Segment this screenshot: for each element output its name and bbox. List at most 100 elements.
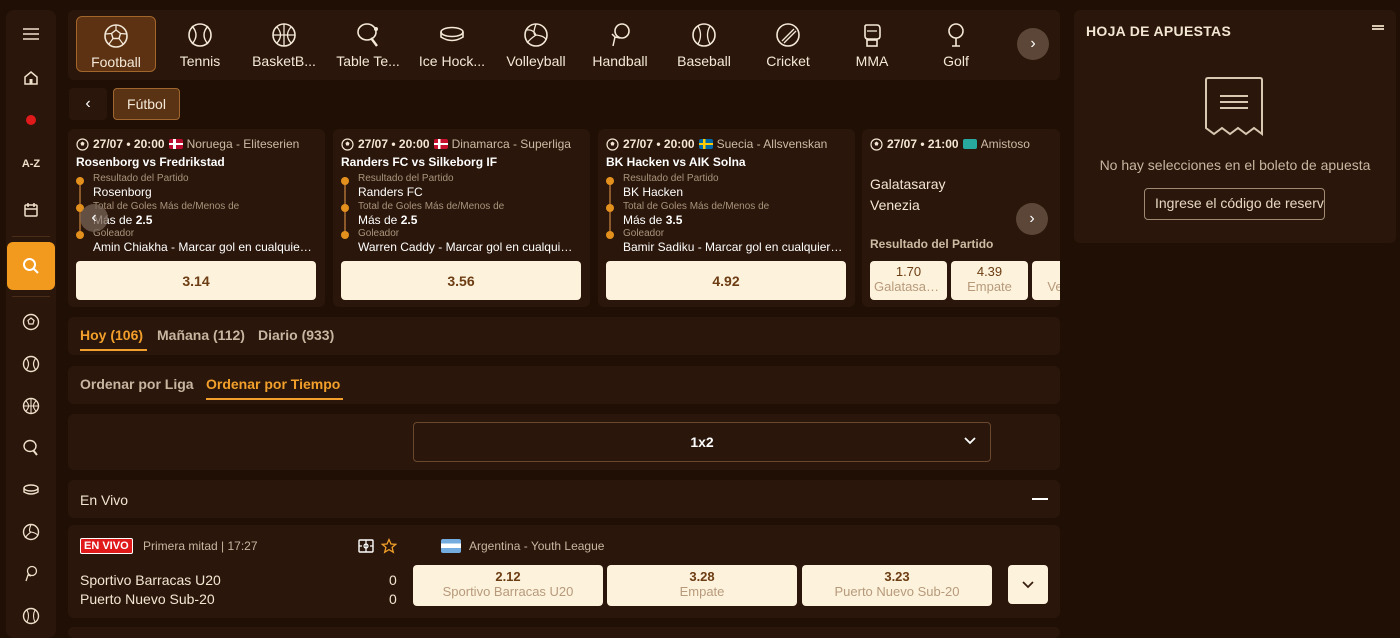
tennis-ball-icon — [188, 23, 212, 47]
sport-basketball[interactable]: BasketB... — [244, 16, 324, 72]
tab-sort-time[interactable]: Ordenar por Tiempo — [206, 376, 340, 392]
card-league: Noruega - Eliteserien — [186, 137, 300, 151]
search-button[interactable] — [7, 242, 55, 290]
az-sort-icon[interactable]: A-Z — [6, 144, 56, 184]
day-tabs: Hoy (106) Mañana (112) Diario (933) — [68, 317, 1060, 355]
ice-hockey-puck-icon — [440, 26, 464, 42]
sport-label: BasketB... — [252, 53, 316, 69]
collapse-icon[interactable] — [1032, 498, 1048, 500]
chevron-right-icon: › — [1030, 35, 1036, 52]
sport-table-tennis[interactable]: Table Te... — [328, 16, 408, 72]
rail-baseball-icon[interactable] — [6, 596, 56, 636]
betslip-title: HOJA DE APUESTAS — [1086, 23, 1232, 39]
card-league: Amistoso — [980, 137, 1030, 151]
chevron-right-icon: › — [1029, 210, 1035, 227]
sport-ice-hockey[interactable]: Ice Hock... — [412, 16, 492, 72]
sort-tabs: Ordenar por Liga Ordenar por Tiempo — [68, 366, 1060, 404]
sport-baseball[interactable]: Baseball — [664, 16, 744, 72]
more-markets-button[interactable] — [1008, 565, 1048, 604]
card-match: Rosenborg vs Fredrikstad — [76, 155, 225, 169]
leg-selection: Amin Chiakha - Marcar gol en cualquier m… — [93, 240, 313, 254]
argentina-flag-icon — [441, 539, 461, 553]
sport-handball[interactable]: Handball — [580, 16, 660, 72]
calendar-icon[interactable] — [6, 190, 56, 230]
betslip-panel: HOJA DE APUESTAS No hay selecciones en e… — [1074, 10, 1396, 243]
sport-cricket[interactable]: Cricket — [748, 16, 828, 72]
away-team: Puerto Nuevo Sub-20 — [80, 591, 215, 607]
event-league: Argentina - Youth League — [441, 539, 604, 553]
rail-basketball-icon[interactable] — [6, 386, 56, 426]
odds-button-draw[interactable]: 3.28 Empate — [607, 565, 797, 606]
sport-mma[interactable]: MMA — [832, 16, 912, 72]
leg-selection: Rosenborg — [93, 185, 152, 199]
breadcrumb-chip[interactable]: Fútbol — [113, 88, 180, 120]
card-match: BK Hacken vs AIK Solna — [606, 155, 746, 169]
bet-builder-card[interactable]: 27/07 • 20:00 Suecia - Allsvenskan BK Ha… — [598, 129, 855, 307]
market-select[interactable]: 1x2 — [413, 422, 991, 462]
sport-volleyball[interactable]: Volleyball — [496, 16, 576, 72]
leg-market: Total de Goles Más de/Menos de — [93, 201, 240, 212]
rail-ice-hockey-icon[interactable] — [6, 470, 56, 510]
tab-tomorrow[interactable]: Mañana (112) — [157, 327, 245, 343]
odds-button-home[interactable]: 2.12 Sportivo Barracas U20 — [413, 565, 603, 606]
card-odds-button[interactable]: 3.56 — [341, 261, 581, 300]
leg-market: Resultado del Partido — [358, 173, 454, 184]
rail-soccer-icon[interactable] — [6, 302, 56, 342]
next-event-row — [68, 627, 1060, 638]
chevron-down-icon — [964, 433, 976, 448]
tab-today[interactable]: Hoy (106) — [80, 327, 143, 343]
soccer-ball-icon — [341, 137, 354, 151]
card-header: 27/07 • 20:00 Noruega - Eliteserien — [76, 137, 319, 151]
booking-code-input[interactable]: Ingrese el código de reserva — [1144, 188, 1325, 220]
sport-label: Tennis — [179, 53, 221, 69]
back-button[interactable]: ‹ — [69, 88, 107, 120]
odds-button-home[interactable]: 1.70 Galatasaray — [870, 261, 947, 300]
sport-tennis[interactable]: Tennis — [160, 16, 240, 72]
card-odds-button[interactable]: 4.92 — [606, 261, 846, 300]
odds-button-draw[interactable]: 4.39 Empate — [951, 261, 1028, 300]
bet-builder-card[interactable]: 27/07 • 20:00 Dinamarca - Superliga Rand… — [333, 129, 590, 307]
menu-icon[interactable] — [6, 14, 56, 54]
leg-market: Total de Goles Más de/Menos de — [358, 201, 505, 212]
card-datetime: 27/07 • 20:00 — [358, 137, 430, 151]
card-league: Dinamarca - Superliga — [451, 137, 571, 151]
odds-button-away[interactable]: 3.23 Puerto Nuevo Sub-20 — [802, 565, 992, 606]
left-rail: A-Z — [6, 10, 56, 638]
card-header: 27/07 • 20:00 Suecia - Allsvenskan — [606, 137, 849, 151]
home-icon[interactable] — [6, 58, 56, 98]
odds-button-away[interactable]: 3Venezia — [1032, 261, 1060, 300]
table-tennis-icon — [357, 23, 378, 47]
soccer-ball-icon — [870, 137, 883, 151]
sport-label: Golf — [943, 53, 969, 69]
betslip-menu-icon[interactable] — [1372, 28, 1384, 30]
rail-table-tennis-icon[interactable] — [6, 428, 56, 468]
baseball-icon — [692, 23, 716, 47]
scoreboard-icon[interactable] — [357, 537, 375, 555]
rail-handball-icon[interactable] — [6, 554, 56, 594]
card-header: 27/07 • 21:00 Amistoso — [870, 137, 1054, 151]
tab-daily[interactable]: Diario (933) — [258, 327, 334, 343]
cards-next-button[interactable]: › — [1016, 203, 1048, 235]
sport-label: Ice Hock... — [418, 53, 486, 69]
leg-selection: Más de 3.5 — [623, 213, 683, 227]
card-odds-button[interactable]: 3.14 — [76, 261, 316, 300]
leg-market: Total de Goles Más de/Menos de — [623, 201, 770, 212]
soccer-ball-icon — [76, 137, 89, 151]
live-section-header[interactable]: En Vivo — [68, 480, 1060, 518]
sport-golf[interactable]: Golf — [916, 16, 996, 72]
leg-selection: BK Hacken — [623, 185, 684, 199]
sport-football[interactable]: Football — [76, 16, 156, 72]
tab-sort-league[interactable]: Ordenar por Liga — [80, 376, 194, 392]
sports-next-button[interactable]: › — [1017, 28, 1049, 60]
leg-market: Goleador — [358, 228, 400, 239]
card-league: Suecia - Allsvenskan — [716, 137, 828, 151]
live-badge: EN VIVO — [80, 538, 133, 554]
chevron-down-icon — [1022, 580, 1034, 588]
live-dot-icon[interactable] — [6, 100, 56, 140]
rail-tennis-icon[interactable] — [6, 344, 56, 384]
bet-builder-card[interactable]: 27/07 • 20:00 Noruega - Eliteserien Rose… — [68, 129, 325, 307]
star-icon[interactable] — [380, 537, 398, 555]
rail-volleyball-icon[interactable] — [6, 512, 56, 552]
match-card[interactable]: 27/07 • 21:00 Amistoso Galatasaray Venez… — [862, 129, 1060, 307]
card-prev-button[interactable]: ‹ — [80, 204, 108, 232]
